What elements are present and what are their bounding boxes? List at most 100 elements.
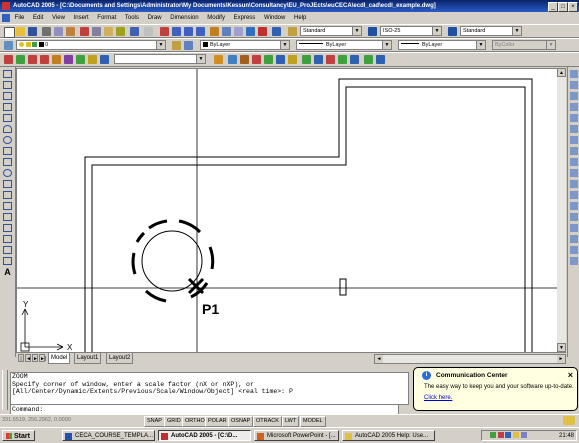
zoom-realtime-icon[interactable]: [172, 27, 181, 36]
dim-style-dropdown[interactable]: ISO-25 ▼: [380, 26, 442, 36]
tray-icon-5[interactable]: [520, 432, 527, 438]
menu-view[interactable]: View: [52, 15, 65, 21]
horizontal-scrollbar[interactable]: ◄ ►: [374, 354, 566, 364]
menu-draw[interactable]: Draw: [148, 15, 162, 21]
region-icon[interactable]: [3, 246, 12, 254]
task-word[interactable]: CECA_COURSE_TEMPLA...: [62, 430, 155, 441]
task-powerpoint[interactable]: Microsoft PowerPoint - [...: [254, 430, 339, 441]
start-button[interactable]: Start: [2, 430, 35, 441]
revision-cloud-icon[interactable]: [3, 147, 12, 155]
first-tab-icon[interactable]: |◄: [18, 354, 24, 370]
insert-block-icon[interactable]: [3, 191, 12, 199]
express-tool-11-icon[interactable]: [228, 55, 237, 64]
communication-center-icon[interactable]: [563, 416, 575, 425]
prev-tab-icon[interactable]: ◄: [25, 354, 31, 362]
arc-icon[interactable]: [3, 125, 12, 133]
menu-help[interactable]: Help: [294, 15, 306, 21]
express-dropdown[interactable]: ▼: [114, 54, 206, 64]
next-tab-icon[interactable]: ►: [32, 354, 38, 362]
task-autocad-help[interactable]: AutoCAD 2005 Help: Use...: [342, 430, 435, 441]
trim-icon[interactable]: [570, 169, 578, 177]
circle-icon[interactable]: [3, 136, 12, 144]
ellipse-arc-icon[interactable]: [3, 180, 12, 188]
scale-icon[interactable]: [570, 147, 578, 155]
tab-model[interactable]: Model: [48, 353, 71, 364]
tray-icon-3[interactable]: [505, 432, 512, 438]
plot-style-dropdown[interactable]: ByColor ▼: [492, 40, 556, 50]
match-properties-icon[interactable]: [116, 27, 125, 36]
polyline-icon[interactable]: [3, 92, 12, 100]
model-toggle[interactable]: MODEL: [300, 416, 326, 427]
text-style-dropdown[interactable]: Standard ▼: [300, 26, 362, 36]
table-style-dropdown[interactable]: Standard ▼: [460, 26, 522, 36]
menu-dimension[interactable]: Dimension: [170, 15, 198, 21]
mirror-icon[interactable]: [570, 92, 578, 100]
tray-icon-4[interactable]: [513, 432, 520, 438]
polar-toggle[interactable]: POLAR: [205, 416, 230, 427]
express-tool-7-icon[interactable]: [76, 55, 85, 64]
express-tool-4-icon[interactable]: [40, 55, 49, 64]
otrack-toggle[interactable]: OTRACK: [253, 416, 282, 427]
table-icon[interactable]: [3, 257, 12, 265]
express-tool-17-icon[interactable]: [302, 55, 311, 64]
tab-layout2[interactable]: Layout2: [106, 353, 134, 364]
redo-icon[interactable]: [144, 27, 153, 36]
menu-tools[interactable]: Tools: [125, 15, 139, 21]
layer-tool-icon[interactable]: [570, 246, 578, 254]
layer-dropdown[interactable]: 0 ▼: [16, 40, 166, 50]
express-tool-15-icon[interactable]: [276, 55, 285, 64]
open-icon[interactable]: [16, 27, 25, 36]
plot-icon[interactable]: [42, 27, 51, 36]
command-window-grip[interactable]: [2, 370, 8, 410]
zoom-previous-icon[interactable]: [196, 27, 205, 36]
maximize-button[interactable]: □: [558, 2, 568, 12]
properties-icon[interactable]: [210, 27, 219, 36]
express-tool-6-icon[interactable]: [64, 55, 73, 64]
express-tool-22-icon[interactable]: [364, 55, 373, 64]
close-button[interactable]: ×: [568, 2, 578, 12]
tray-icon-1[interactable]: [490, 432, 496, 438]
express-tool-21-icon[interactable]: [350, 55, 359, 64]
express-tool-3-icon[interactable]: [28, 55, 37, 64]
make-object-layer-current-icon[interactable]: [172, 41, 181, 50]
express-tool-14-icon[interactable]: [264, 55, 273, 64]
menu-express[interactable]: Express: [234, 15, 256, 21]
design-center-icon[interactable]: [222, 27, 231, 36]
stretch-icon[interactable]: [570, 158, 578, 166]
menu-format[interactable]: Format: [97, 15, 116, 21]
drawing-canvas[interactable]: P1 Y X: [16, 68, 558, 354]
help-icon[interactable]: [272, 27, 281, 36]
copy-object-icon[interactable]: [570, 81, 578, 89]
minimize-button[interactable]: _: [548, 2, 558, 12]
express-tool-13-icon[interactable]: [252, 55, 261, 64]
pan-icon[interactable]: [160, 27, 169, 36]
scroll-left-icon[interactable]: ◄: [375, 355, 383, 363]
tray-icon-2[interactable]: [497, 432, 504, 438]
break-icon[interactable]: [570, 191, 578, 199]
tool-palettes-icon[interactable]: [234, 27, 243, 36]
new-icon[interactable]: [4, 27, 15, 38]
snap-toggle[interactable]: SNAP: [144, 416, 165, 427]
express-tool-19-icon[interactable]: [326, 55, 335, 64]
express-tool-1-icon[interactable]: [4, 55, 13, 64]
express-tool-9-icon[interactable]: [100, 55, 109, 64]
scroll-down-icon[interactable]: ▼: [557, 343, 566, 352]
tab-layout1[interactable]: Layout1: [74, 353, 102, 364]
line-icon[interactable]: [3, 70, 12, 78]
construction-line-icon[interactable]: [3, 81, 12, 89]
plot-preview-icon[interactable]: [54, 27, 63, 36]
express-tool-2-icon[interactable]: [16, 55, 25, 64]
erase-icon[interactable]: [570, 70, 578, 78]
sheet-set-icon[interactable]: [246, 27, 255, 36]
express-tool-16-icon[interactable]: [288, 55, 297, 64]
last-tab-icon[interactable]: ►|: [39, 354, 46, 362]
rectangle-icon[interactable]: [3, 114, 12, 122]
lwt-toggle[interactable]: LWT: [282, 416, 300, 427]
point-icon[interactable]: [3, 213, 12, 221]
vertical-scrollbar[interactable]: ▲ ▼: [557, 68, 566, 352]
chamfer-icon[interactable]: [570, 213, 578, 221]
scroll-up-icon[interactable]: ▲: [557, 68, 566, 77]
grid-toggle[interactable]: GRID: [164, 416, 184, 427]
hatch-icon[interactable]: [3, 224, 12, 232]
rotate-icon[interactable]: [570, 136, 578, 144]
